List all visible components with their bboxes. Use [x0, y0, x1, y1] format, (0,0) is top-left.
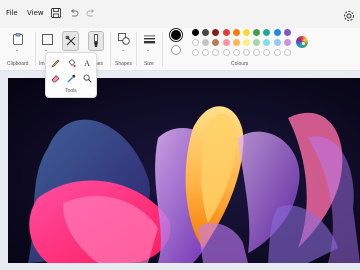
divider [162, 32, 163, 66]
group-label-clipboard: Clipboard [7, 61, 29, 67]
tools-flyout: A Tools [45, 52, 97, 98]
colour-swatch[interactable] [283, 39, 291, 46]
colour-swatch[interactable] [273, 39, 281, 46]
group-label-shapes: Shapes [115, 61, 132, 67]
chevron-down-icon[interactable]: ⌄ [15, 47, 19, 53]
colour-swatch[interactable] [222, 29, 230, 36]
pencil-icon[interactable] [50, 58, 60, 68]
redo-icon[interactable] [85, 7, 97, 19]
colour-swatch[interactable] [232, 29, 240, 36]
colour-swatch[interactable] [273, 29, 281, 36]
colour-swatch[interactable] [232, 39, 240, 46]
fill-icon[interactable] [66, 58, 76, 68]
magnifier-icon[interactable] [82, 73, 92, 83]
chevron-down-icon[interactable]: ⌄ [146, 47, 150, 53]
secondary-colour[interactable] [171, 45, 181, 55]
divider [136, 32, 137, 66]
edit-colours-pencil [301, 41, 306, 46]
tools-flyout-label: Tools [65, 88, 77, 94]
drawing-canvas[interactable] [8, 78, 360, 263]
tools-button[interactable] [62, 31, 79, 51]
colour-swatch[interactable] [192, 29, 199, 36]
custom-colour-slot[interactable] [283, 49, 291, 56]
brush-icon [94, 34, 98, 47]
eraser-icon[interactable] [50, 73, 60, 83]
custom-colour-slot[interactable] [273, 49, 281, 56]
divider [35, 32, 36, 66]
tools-icon [65, 35, 75, 46]
settings-icon[interactable] [343, 7, 355, 21]
custom-colour-slot[interactable] [192, 49, 199, 56]
size-button[interactable] [142, 32, 156, 46]
canvas-artwork [8, 78, 360, 263]
chevron-down-icon[interactable]: ⌄ [121, 47, 125, 53]
menu-bar: File View [0, 0, 360, 28]
clipboard-button[interactable] [11, 32, 25, 46]
group-label-image: Im [39, 61, 45, 67]
colour-swatch[interactable] [243, 39, 250, 46]
colour-swatch[interactable] [243, 29, 250, 36]
colour-swatch[interactable] [192, 39, 199, 46]
colour-swatch[interactable] [283, 29, 291, 36]
colour-swatch[interactable] [222, 39, 230, 46]
text-icon[interactable]: A [82, 58, 92, 68]
primary-colour[interactable] [170, 29, 182, 41]
size-icon [143, 35, 155, 43]
selection-button[interactable] [41, 33, 53, 45]
divider [110, 32, 111, 66]
menu-file[interactable]: File [6, 9, 18, 17]
shapes-button[interactable] [117, 32, 131, 46]
brushes-button[interactable] [88, 31, 104, 51]
clipboard-icon [13, 33, 23, 45]
undo-icon[interactable] [68, 7, 80, 19]
save-icon[interactable] [50, 7, 62, 19]
shapes-icon [118, 33, 130, 45]
custom-colour-slot[interactable] [243, 49, 250, 56]
menu-view[interactable]: View [27, 9, 44, 17]
custom-colour-slot[interactable] [232, 49, 240, 56]
color-picker-icon[interactable] [66, 73, 76, 83]
custom-colour-slot[interactable] [222, 49, 230, 56]
group-label-colours: Colours [231, 61, 249, 67]
selection-icon [41, 33, 53, 45]
group-label-size: Size [144, 61, 154, 67]
